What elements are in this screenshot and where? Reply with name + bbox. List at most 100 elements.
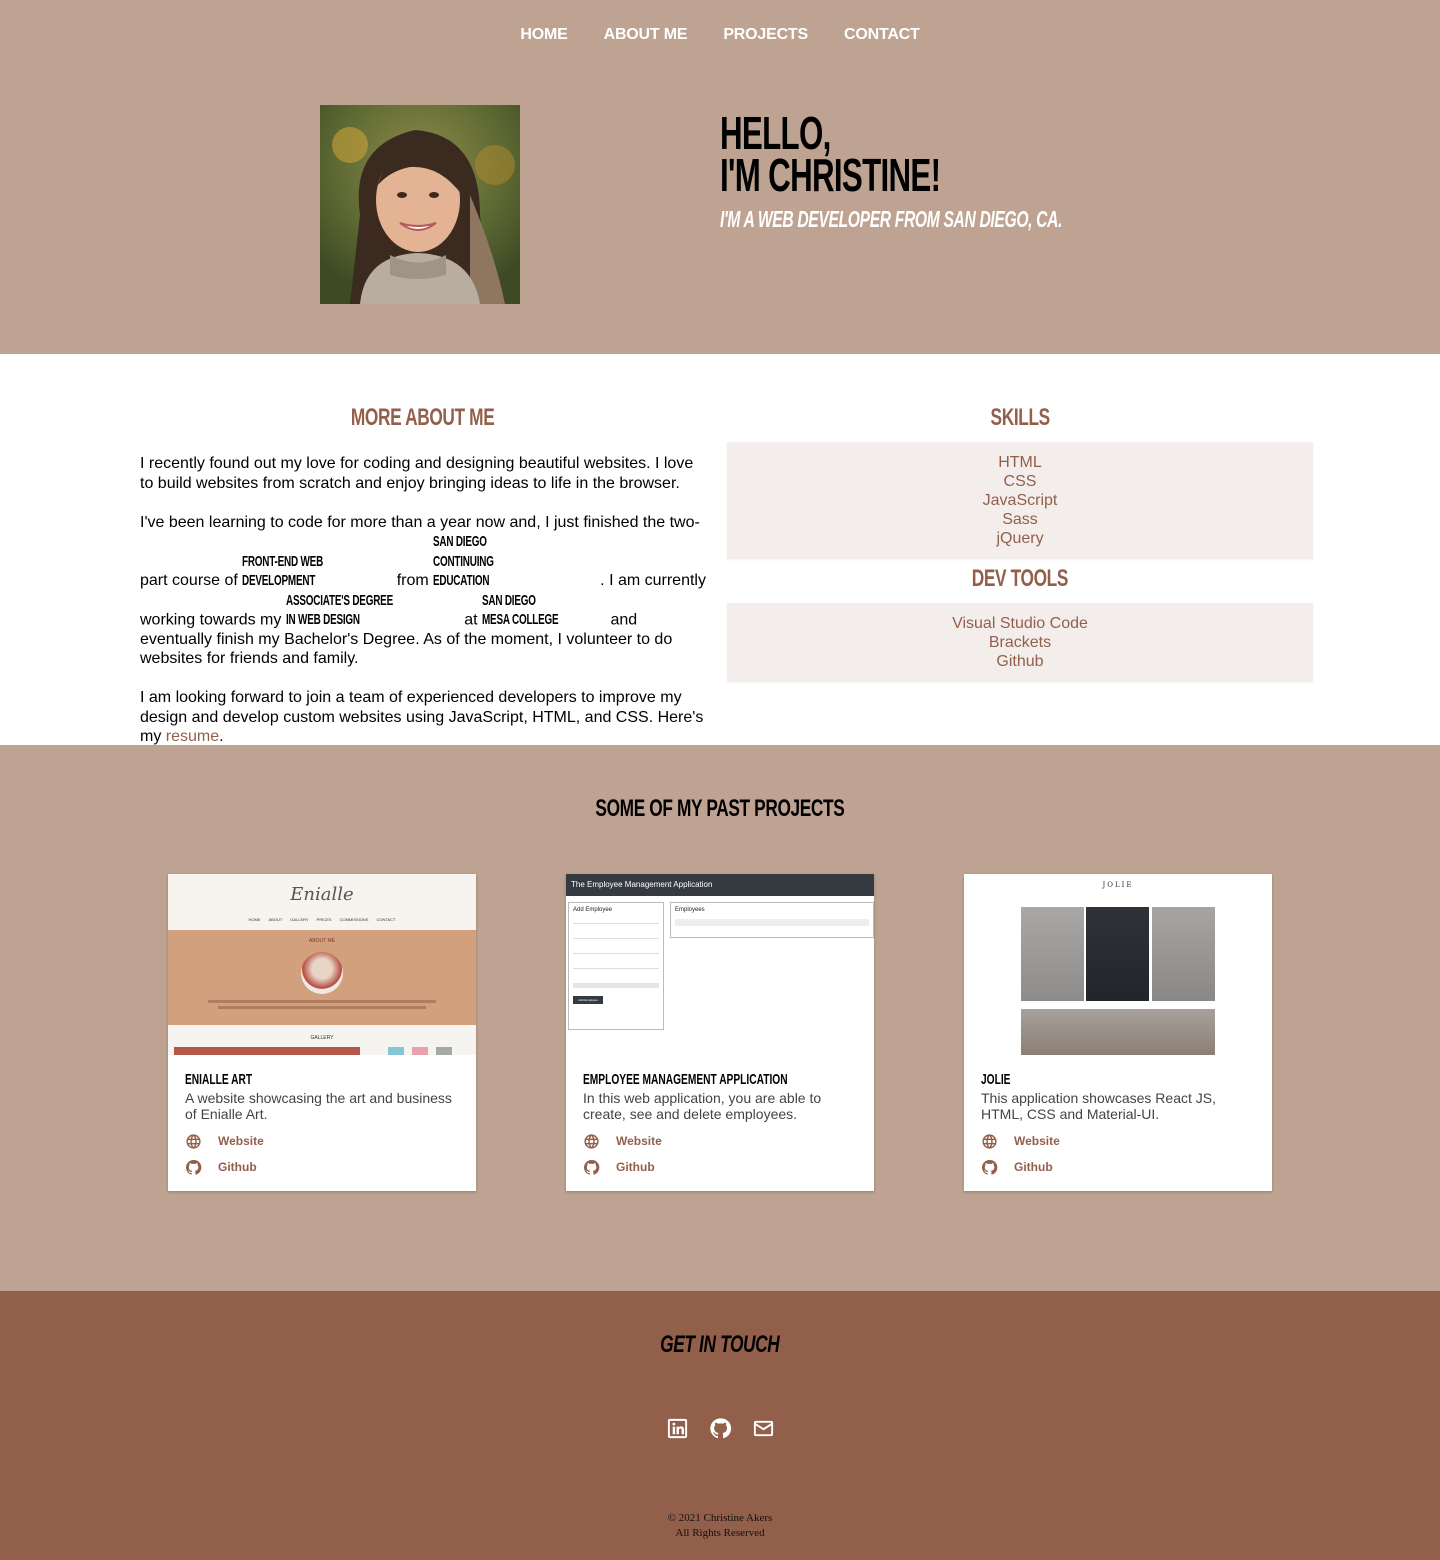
school-name-mesa: San Diego Mesa College [482, 591, 559, 629]
website-link-label: Website [616, 1134, 662, 1148]
thumb-brand: JOLIE [1102, 881, 1134, 889]
hero-title: HELLO, I'M CHRISTINE! [720, 107, 1140, 201]
devtools-list: Visual Studio Code Brackets Github [727, 603, 1313, 682]
skills-column: SKILLS HTML CSS JavaScript Sass jQuery D… [727, 404, 1313, 682]
thumb-add-employee: Add Employee [573, 907, 613, 913]
copyright-line-2: All Rights Reserved [675, 1527, 765, 1539]
nav-projects[interactable]: PROJECTS [723, 26, 808, 44]
about-paragraph-1: I recently found out my love for coding … [140, 455, 694, 492]
projects-section: SOME OF MY PAST PROJECTS Enialle HOME AB… [0, 745, 1440, 1291]
profile-photo [320, 105, 520, 304]
thumb-menu-item: PRICES [316, 917, 332, 922]
skills-list: HTML CSS JavaScript Sass jQuery [727, 442, 1313, 559]
footer-heading: GET IN TOUCH [660, 1331, 780, 1358]
devtools-heading: DEV TOOLS [971, 565, 1069, 592]
thumb-add-button: Add Employee [573, 996, 603, 1004]
about-p2-text-d: at [459, 611, 483, 628]
header: HOME ABOUT ME PROJECTS CONTACT HELLO, I'… [0, 0, 1440, 354]
project-website-link[interactable]: Website [583, 1132, 858, 1150]
github-profile-link[interactable] [709, 1417, 732, 1445]
thumb-menu-item: GALLERY [290, 917, 309, 922]
github-icon [185, 1159, 202, 1175]
globe-icon [584, 1133, 599, 1149]
about-paragraph-2: I've been learning to code for more than… [140, 513, 706, 669]
copyright-line-1: © 2021 Christine Akers [667, 1512, 773, 1524]
project-github-link[interactable]: Github [185, 1158, 460, 1176]
skill-item: jQuery [996, 530, 1044, 547]
globe-icon [982, 1133, 997, 1149]
about-p3-text-b: . [219, 728, 224, 745]
hero-title-line-2: I'M CHRISTINE! [720, 149, 941, 201]
github-link-label: Github [218, 1160, 257, 1174]
footer: GET IN TOUCH © 2021 Christine Akers All … [0, 1291, 1440, 1560]
thumb-avatar [301, 952, 343, 994]
linkedin-icon [667, 1418, 687, 1439]
social-links [0, 1417, 1440, 1445]
github-link-label: Github [616, 1160, 655, 1174]
thumb-menu-item: HOME [248, 917, 261, 922]
skill-item: JavaScript [982, 492, 1058, 509]
about-p3-text-a: I am looking forward to join a team of e… [140, 689, 704, 745]
course-name: Front-End Web Development [242, 552, 324, 590]
github-icon [583, 1159, 600, 1175]
devtool-item: Brackets [988, 634, 1052, 651]
thumb-logo: Enialle [290, 884, 354, 905]
project-github-link[interactable]: Github [583, 1158, 858, 1176]
degree-name: Associate's Degree in Web Design [285, 591, 393, 629]
skill-item: HTML [998, 454, 1042, 471]
about-section: MORE ABOUT ME I recently found out my lo… [0, 354, 1440, 745]
school-name-sdce: San Diego Continuing Education [433, 533, 494, 589]
linkedin-link[interactable] [666, 1417, 689, 1445]
about-paragraph-3: I am looking forward to join a team of e… [140, 688, 706, 747]
thumb-menu-item: ABOUT [268, 917, 283, 922]
main-nav: HOME ABOUT ME PROJECTS CONTACT [0, 26, 1440, 44]
project-title: ENIALLE ART [185, 1071, 253, 1088]
project-description: In this web application, you are able to… [583, 1090, 822, 1122]
project-title: JOLIE [981, 1071, 1011, 1088]
github-link-label: Github [1014, 1160, 1053, 1174]
project-thumbnail[interactable]: Enialle HOME ABOUT GALLERY PRICES COMMIS… [168, 874, 476, 1055]
about-text: I recently found out my love for coding … [140, 454, 706, 747]
project-thumbnail[interactable]: JOLIE [964, 874, 1272, 1055]
github-icon [709, 1418, 731, 1439]
project-thumbnail[interactable]: The Employee Management Application Add … [566, 874, 874, 1055]
skills-heading: SKILLS [990, 404, 1050, 431]
thumb-menu: HOME ABOUT GALLERY PRICES COMMISSIONS CO… [168, 917, 476, 922]
devtool-item: Visual Studio Code [952, 615, 1088, 632]
email-link[interactable] [752, 1417, 775, 1445]
thumb-gallery-label: GALLERY [310, 1035, 334, 1041]
skill-item: Sass [1002, 511, 1038, 528]
github-icon [981, 1159, 998, 1175]
about-p2-text-b: from [392, 572, 434, 589]
copyright: © 2021 Christine Akers All Rights Reserv… [0, 1511, 1440, 1541]
projects-heading: SOME OF MY PAST PROJECTS [595, 795, 845, 822]
project-card-employee-management: The Employee Management Application Add … [566, 874, 874, 1191]
thumb-menu-item: COMMISSIONS [339, 917, 369, 922]
project-website-link[interactable]: Website [185, 1132, 460, 1150]
nav-about-me[interactable]: ABOUT ME [604, 26, 688, 44]
thumb-app-bar: The Employee Management Application [566, 874, 874, 896]
thumb-section-label: ABOUT ME [308, 938, 336, 944]
nav-contact[interactable]: CONTACT [844, 26, 920, 44]
project-card-jolie: JOLIE JOLIE This application showcases R… [964, 874, 1272, 1191]
hero-title-line-1: HELLO, [720, 107, 831, 159]
project-github-link[interactable]: Github [981, 1158, 1256, 1176]
project-title: EMPLOYEE MANAGEMENT APPLICATION [583, 1071, 788, 1088]
thumb-employees-list: Employees [675, 907, 705, 913]
website-link-label: Website [1014, 1134, 1060, 1148]
globe-icon [186, 1133, 201, 1149]
thumb-menu-item: CONTACT [376, 917, 396, 922]
project-website-link[interactable]: Website [981, 1132, 1256, 1150]
project-card-enialle: Enialle HOME ABOUT GALLERY PRICES COMMIS… [168, 874, 476, 1191]
nav-home[interactable]: HOME [520, 26, 567, 44]
about-column: MORE ABOUT ME I recently found out my lo… [140, 404, 706, 766]
website-link-label: Website [218, 1134, 264, 1148]
mail-icon [753, 1420, 773, 1437]
project-description: A website showcasing the art and busines… [185, 1090, 452, 1122]
hero-subtitle: I'M A WEB DEVELOPER FROM SAN DIEGO, CA. [720, 206, 1063, 232]
resume-link[interactable]: resume [166, 728, 219, 745]
about-heading: MORE ABOUT ME [351, 404, 495, 431]
devtool-item: Github [996, 653, 1044, 670]
project-description: This application showcases React JS, HTM… [981, 1090, 1216, 1122]
skill-item: CSS [1003, 473, 1037, 490]
